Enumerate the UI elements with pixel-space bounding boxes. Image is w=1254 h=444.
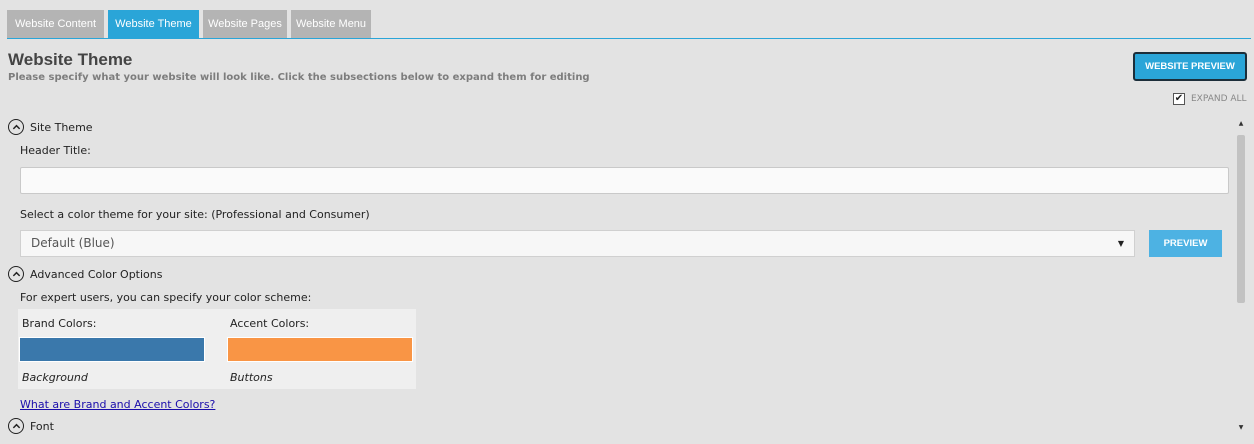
tab-website-menu[interactable]: Website Menu	[291, 10, 371, 38]
site-theme-label: Site Theme	[30, 120, 93, 134]
checkmark-icon: ✔	[1174, 93, 1184, 104]
panel-scrollbar[interactable]: ▲ ▼	[1235, 116, 1247, 444]
tab-website-content[interactable]: Website Content	[7, 10, 104, 38]
expand-all-label: EXPAND ALL	[1191, 94, 1247, 104]
caret-down-icon: ▼	[1117, 239, 1124, 248]
page-subtitle: Please specify what your website will lo…	[8, 72, 590, 83]
accent-color-usage: Buttons	[230, 371, 273, 384]
header-title-input[interactable]	[20, 167, 1229, 194]
scroll-thumb[interactable]	[1237, 135, 1245, 303]
font-label: Font	[30, 419, 54, 433]
expand-all-checkbox[interactable]: ✔	[1173, 93, 1185, 105]
chevron-up-circle-icon[interactable]	[8, 266, 24, 282]
brand-color-usage: Background	[22, 371, 88, 384]
scroll-down-arrow-icon[interactable]: ▼	[1235, 422, 1247, 434]
website-preview-button[interactable]: WEBSITE PREVIEW	[1133, 52, 1247, 81]
tab-bar: Website Content Website Theme Website Pa…	[7, 10, 1251, 39]
site-theme-section-header[interactable]: Site Theme	[8, 119, 93, 135]
brand-color-swatch[interactable]	[19, 337, 205, 362]
theme-settings-panel: Site Theme Header Title: Select a color …	[8, 116, 1244, 444]
tab-website-theme[interactable]: Website Theme	[108, 10, 199, 38]
color-theme-label: Select a color theme for your site: (Pro…	[20, 208, 370, 221]
advanced-color-section-header[interactable]: Advanced Color Options	[8, 266, 163, 282]
color-scheme-table: Brand Colors: Accent Colors: Background …	[18, 309, 416, 389]
font-section-header[interactable]: Font	[8, 418, 54, 434]
page-title: Website Theme	[8, 50, 133, 69]
theme-preview-button[interactable]: PREVIEW	[1149, 230, 1222, 257]
expand-all-toggle[interactable]: ✔ EXPAND ALL	[1173, 92, 1247, 106]
brand-accent-help-link[interactable]: What are Brand and Accent Colors?	[20, 398, 215, 411]
accent-color-swatch[interactable]	[227, 337, 413, 362]
color-theme-select[interactable]: Default (Blue) ▼	[20, 230, 1135, 257]
chevron-up-circle-icon[interactable]	[8, 418, 24, 434]
chevron-up-circle-icon[interactable]	[8, 119, 24, 135]
brand-colors-label: Brand Colors:	[22, 317, 97, 330]
advanced-color-label: Advanced Color Options	[30, 267, 163, 281]
color-scheme-description: For expert users, you can specify your c…	[20, 291, 312, 304]
scroll-up-arrow-icon[interactable]: ▲	[1235, 118, 1247, 130]
header-title-label: Header Title:	[20, 144, 91, 157]
color-theme-selected-value: Default (Blue)	[31, 236, 115, 250]
accent-colors-label: Accent Colors:	[230, 317, 310, 330]
tab-website-pages[interactable]: Website Pages	[203, 10, 287, 38]
